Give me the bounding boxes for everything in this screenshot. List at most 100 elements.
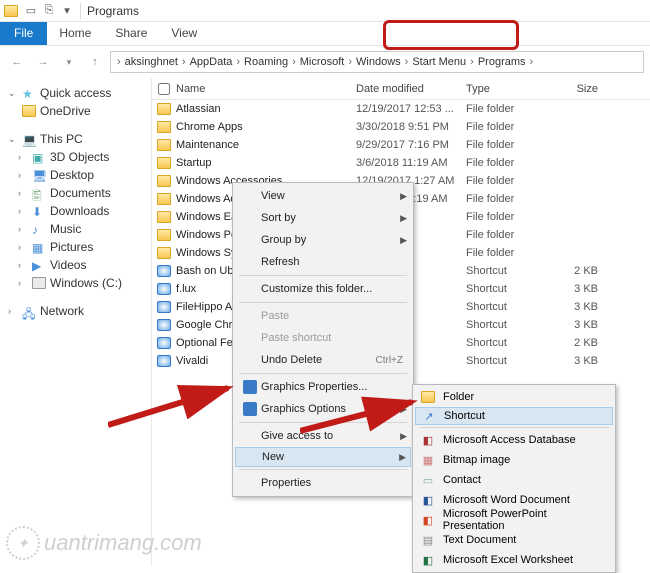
app-icon [157, 319, 171, 331]
app-icon [157, 265, 171, 277]
star-icon: ★ [22, 87, 36, 99]
ctx-properties[interactable]: Properties [235, 472, 411, 494]
tree-label: Windows (C:) [50, 276, 122, 290]
tree-this-pc[interactable]: ⌄💻This PC [0, 130, 151, 148]
cube-icon: ▣ [32, 151, 46, 163]
ctx-give-access[interactable]: Give access to▶ [235, 425, 411, 447]
ctx-paste-shortcut: Paste shortcut [235, 327, 411, 349]
crumb[interactable]: Programs [476, 56, 528, 68]
file-size: 2 KB [546, 337, 606, 349]
new-ppt[interactable]: ◧Microsoft PowerPoint Presentation [415, 510, 613, 530]
tree-label: Pictures [50, 240, 93, 254]
ribbon-tabs: File Home Share View [0, 22, 650, 46]
content-area: ⌄★Quick access OneDrive ⌄💻This PC ›▣3D O… [0, 78, 650, 566]
file-row[interactable]: Startup3/6/2018 11:19 AMFile folder [152, 154, 650, 172]
ctx-customize[interactable]: Customize this folder... [235, 278, 411, 300]
tree-drive-c[interactable]: ›Windows (C:) [0, 274, 151, 292]
ctx-sort-by[interactable]: Sort by▶ [235, 207, 411, 229]
file-row[interactable]: Maintenance9/29/2017 7:16 PMFile folder [152, 136, 650, 154]
ctx-group-by[interactable]: Group by▶ [235, 229, 411, 251]
crumb[interactable]: Windows [354, 56, 403, 68]
new-shortcut[interactable]: ↗Shortcut [415, 407, 613, 425]
file-date: 3/30/2018 9:51 PM [356, 121, 466, 133]
col-size[interactable]: Size [546, 83, 606, 95]
crumb[interactable]: Microsoft [298, 56, 347, 68]
network-icon: 🖧 [22, 305, 36, 317]
separator [80, 3, 81, 19]
tree-onedrive[interactable]: OneDrive [0, 102, 151, 120]
file-row[interactable]: Chrome Apps3/30/2018 9:51 PMFile folder [152, 118, 650, 136]
tab-share[interactable]: Share [103, 22, 159, 45]
qat-item[interactable]: ⎘ [42, 4, 56, 18]
tree-network[interactable]: ›🖧Network [0, 302, 151, 320]
file-row[interactable]: Atlassian12/19/2017 12:53 ...File folder [152, 100, 650, 118]
col-date[interactable]: Date modified [356, 83, 466, 95]
desktop-icon: 🖥 [32, 169, 46, 181]
folder-icon [157, 157, 171, 169]
tab-file[interactable]: File [0, 22, 47, 45]
qat-dropdown-icon[interactable]: ▾ [60, 4, 74, 18]
select-all-checkbox[interactable] [152, 83, 176, 95]
tab-home[interactable]: Home [47, 22, 103, 45]
tree-label: Network [40, 304, 84, 318]
window-title: Programs [87, 4, 139, 18]
tree-pictures[interactable]: ›▦Pictures [0, 238, 151, 256]
music-icon: ♪ [32, 223, 46, 235]
tree-3d-objects[interactable]: ›▣3D Objects [0, 148, 151, 166]
folder-icon [157, 193, 171, 205]
qat-item[interactable]: ▭ [24, 4, 38, 18]
up-button[interactable]: ↑ [84, 51, 106, 73]
file-name: Atlassian [176, 103, 356, 115]
file-date: 3/6/2018 11:19 AM [356, 157, 466, 169]
chevron-icon: › [115, 56, 123, 68]
ctx-view[interactable]: View▶ [235, 185, 411, 207]
tree-desktop[interactable]: ›🖥Desktop [0, 166, 151, 184]
ctx-undo[interactable]: Undo DeleteCtrl+Z [235, 349, 411, 371]
tree-videos[interactable]: ›▶Videos [0, 256, 151, 274]
tab-view[interactable]: View [159, 22, 209, 45]
tree-quick-access[interactable]: ⌄★Quick access [0, 84, 151, 102]
breadcrumb[interactable]: › aksinghnet› AppData› Roaming› Microsof… [110, 51, 644, 73]
tree-music[interactable]: ›♪Music [0, 220, 151, 238]
crumb[interactable]: Start Menu [410, 56, 468, 68]
crumb[interactable]: AppData [188, 56, 235, 68]
navigation-pane: ⌄★Quick access OneDrive ⌄💻This PC ›▣3D O… [0, 78, 152, 566]
tree-documents[interactable]: ›🖺Documents [0, 184, 151, 202]
shortcut-icon: ↗ [424, 410, 433, 422]
ctx-paste: Paste [235, 305, 411, 327]
new-excel[interactable]: ◧Microsoft Excel Worksheet [415, 550, 613, 570]
crumb[interactable]: Roaming [242, 56, 290, 68]
file-type: Shortcut [466, 283, 546, 295]
back-button[interactable]: ← [6, 51, 28, 73]
file-type: File folder [466, 211, 546, 223]
quick-access-toolbar: ▭ ⎘ ▾ [24, 4, 74, 18]
context-menu: View▶ Sort by▶ Group by▶ Refresh Customi… [232, 182, 414, 497]
col-name[interactable]: Name [176, 83, 356, 95]
tree-downloads[interactable]: ›⬇Downloads [0, 202, 151, 220]
file-type: File folder [466, 229, 546, 241]
title-bar: ▭ ⎘ ▾ Programs [0, 0, 650, 22]
contact-icon: ▭ [423, 474, 433, 487]
forward-button[interactable]: → [32, 51, 54, 73]
file-type: File folder [466, 157, 546, 169]
col-type[interactable]: Type [466, 83, 546, 95]
new-word[interactable]: ◧Microsoft Word Document [415, 490, 613, 510]
access-icon: ◧ [423, 434, 433, 447]
ctx-graphics-options[interactable]: Graphics Options▶ [235, 398, 411, 420]
tree-label: Music [50, 222, 81, 236]
file-name: Startup [176, 157, 356, 169]
recent-dropdown-icon[interactable]: ▾ [58, 51, 80, 73]
ppt-icon: ◧ [423, 514, 433, 527]
new-text[interactable]: ▤Text Document [415, 530, 613, 550]
folder-icon [4, 5, 18, 17]
ctx-graphics-properties[interactable]: Graphics Properties... [235, 376, 411, 398]
intel-icon [243, 380, 257, 394]
file-type: Shortcut [466, 319, 546, 331]
new-folder[interactable]: Folder [415, 387, 613, 407]
new-contact[interactable]: ▭Contact [415, 470, 613, 490]
ctx-refresh[interactable]: Refresh [235, 251, 411, 273]
new-bitmap[interactable]: ▦Bitmap image [415, 450, 613, 470]
new-access[interactable]: ◧Microsoft Access Database [415, 430, 613, 450]
crumb[interactable]: aksinghnet [123, 56, 180, 68]
ctx-new[interactable]: New▶ [235, 447, 411, 467]
